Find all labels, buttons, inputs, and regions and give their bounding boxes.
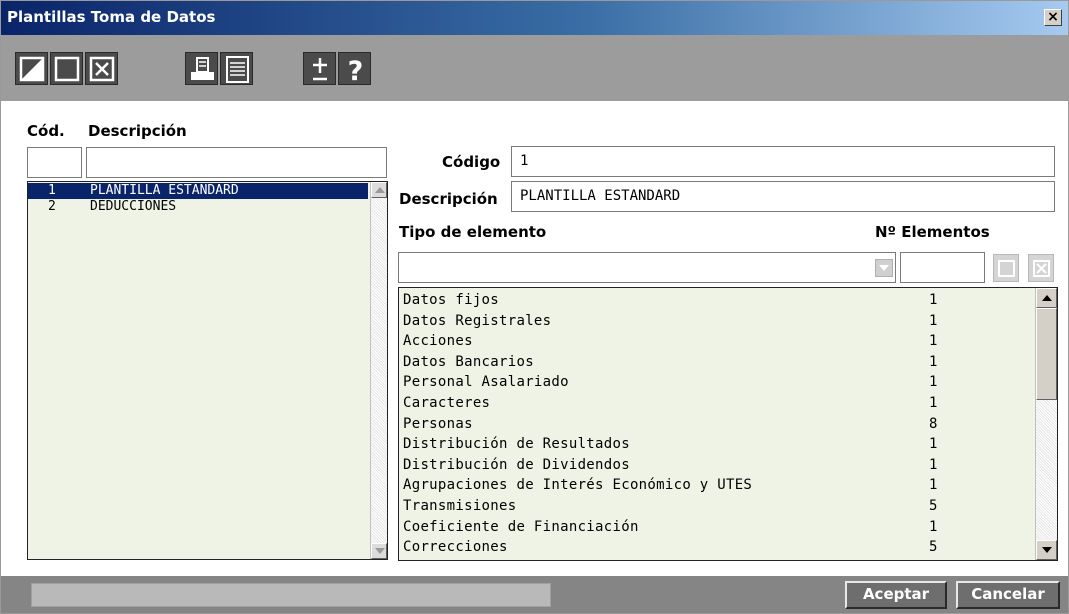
element-name: Distribución de Resultados	[403, 436, 630, 453]
new-button[interactable]	[50, 52, 83, 85]
list-item[interactable]: 2 DEDUCCIONES	[28, 199, 368, 215]
descripcion-input[interactable]: PLANTILLA ESTANDARD	[511, 181, 1055, 212]
element-row[interactable]: Agrupaciones de Interés Económico y UTES…	[403, 475, 937, 495]
col-code-header: Cód.	[27, 122, 65, 140]
element-row[interactable]: Distribución de Dividendos 1	[403, 455, 937, 475]
col-desc-header: Descripción	[88, 122, 187, 140]
scroll-thumb[interactable]	[1036, 308, 1057, 400]
element-name: Agrupaciones de Interés Económico y UTES	[403, 477, 753, 494]
element-row[interactable]: Acciones 1	[403, 331, 937, 351]
scroll-down-button[interactable]	[1036, 540, 1057, 560]
list-button[interactable]	[220, 52, 253, 85]
tipo-elemento-label: Tipo de elemento	[399, 223, 547, 241]
element-name: Personas	[403, 415, 473, 432]
arrow-up-icon	[1042, 295, 1052, 301]
title-bar[interactable]: Plantillas Toma de Datos ×	[1, 1, 1068, 35]
element-row[interactable]: Caracteres 1	[403, 393, 937, 413]
scroll-down-button[interactable]	[371, 543, 387, 559]
delete-icon	[1033, 260, 1050, 277]
remove-element-button[interactable]	[1028, 254, 1054, 282]
template-list-scrollbar[interactable]	[370, 182, 387, 559]
codigo-label: Código	[442, 153, 501, 171]
element-count: 1	[929, 518, 938, 535]
edit-button[interactable]	[15, 52, 48, 85]
close-button[interactable]: ×	[1044, 9, 1062, 26]
element-count: 1	[929, 353, 938, 370]
edit-icon	[19, 56, 45, 82]
new-icon	[54, 56, 80, 82]
plus-minus-button[interactable]	[303, 52, 336, 85]
element-count: 1	[929, 395, 938, 411]
element-name: Transmisiones	[403, 498, 517, 514]
num-elementos-input[interactable]	[900, 252, 985, 283]
help-icon: ?	[348, 56, 364, 86]
filter-desc-input[interactable]	[86, 147, 387, 178]
dropdown-button[interactable]	[875, 259, 893, 277]
delete-icon	[89, 56, 115, 82]
element-count: 1	[929, 477, 938, 494]
element-count: 1	[929, 456, 938, 473]
chevron-down-icon	[879, 265, 889, 271]
status-bar: Aceptar Cancelar	[1, 576, 1068, 613]
element-name: Distribución de Dividendos	[403, 456, 630, 473]
add-element-button[interactable]	[993, 254, 1019, 282]
element-count: 1	[929, 436, 938, 453]
element-count: 1	[929, 333, 938, 350]
element-row[interactable]: Datos fijos 1	[403, 290, 937, 310]
dialog-window: Plantillas Toma de Datos × ? Cód. Descri…	[0, 0, 1069, 614]
element-row[interactable]: Correcciones 5	[403, 537, 937, 557]
element-row[interactable]: Distribución de Resultados 1	[403, 434, 937, 454]
print-icon	[191, 57, 214, 80]
template-list[interactable]: 1 PLANTILLA ESTANDARD 2 DEDUCCIONES	[27, 181, 388, 560]
arrow-up-icon	[375, 187, 385, 193]
list-icon	[226, 56, 249, 83]
num-elementos-label: Nº Elementos	[875, 223, 990, 241]
list-item[interactable]: 1 PLANTILLA ESTANDARD	[28, 183, 368, 199]
status-field	[31, 583, 551, 607]
element-name: Acciones	[403, 333, 473, 350]
elements-list[interactable]: Datos fijos 1 Datos Registrales 1 Acciones 1 D…	[398, 287, 1058, 561]
element-count: 5	[929, 498, 938, 514]
new-icon	[998, 260, 1015, 277]
element-row[interactable]: Datos Registrales 1	[403, 311, 937, 331]
scroll-up-button[interactable]	[1036, 288, 1057, 308]
element-row[interactable]: Transmisiones 5	[403, 496, 937, 516]
cancel-button[interactable]: Cancelar	[956, 581, 1060, 609]
tipo-elemento-select[interactable]	[398, 252, 896, 283]
arrow-down-icon	[375, 548, 385, 554]
arrow-down-icon	[1042, 547, 1052, 553]
element-name: Datos Registrales	[403, 312, 552, 329]
help-button[interactable]: ?	[338, 52, 371, 86]
scroll-up-button[interactable]	[371, 182, 387, 198]
element-count: 1	[929, 312, 938, 329]
element-name: Datos Bancarios	[403, 353, 534, 370]
svg-text:?: ?	[348, 56, 364, 86]
filter-code-input[interactable]	[27, 147, 82, 178]
element-name: Datos fijos	[403, 292, 500, 308]
element-name: Coeficiente de Financiación	[403, 518, 639, 535]
descripcion-label: Descripción	[399, 190, 498, 208]
elements-list-scrollbar[interactable]	[1035, 288, 1057, 560]
content-area: Cód. Descripción 1 PLANTILLA ESTANDARD 2…	[1, 101, 1068, 576]
element-row[interactable]: Datos Bancarios 1	[403, 352, 937, 372]
element-count: 1	[929, 292, 938, 308]
element-count: 5	[929, 539, 938, 556]
window-title: Plantillas Toma de Datos	[7, 8, 216, 26]
element-row[interactable]: Coeficiente de Financiación 1	[403, 517, 937, 537]
print-button[interactable]	[185, 52, 218, 85]
element-name: Correcciones	[403, 539, 508, 556]
element-count: 1	[929, 374, 938, 391]
delete-button[interactable]	[85, 52, 118, 85]
element-row[interactable]: Personas 8	[403, 414, 937, 434]
element-name: Caracteres	[403, 395, 491, 411]
plus-minus-icon	[313, 58, 327, 81]
element-row[interactable]: Personal Asalariado 1	[403, 372, 937, 392]
accept-button[interactable]: Aceptar	[845, 581, 947, 609]
element-name: Personal Asalariado	[403, 374, 569, 391]
toolbar: ?	[1, 35, 1068, 101]
codigo-input[interactable]: 1	[511, 146, 1055, 177]
element-count: 8	[929, 415, 938, 432]
